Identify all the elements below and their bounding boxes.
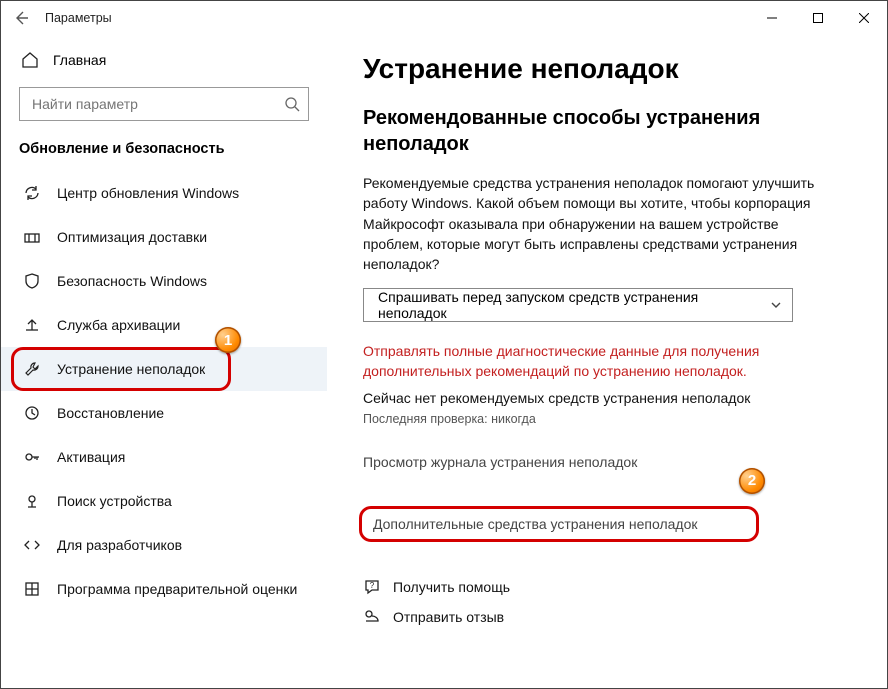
sidebar-item-delivery-optimization[interactable]: Оптимизация доставки [1, 215, 327, 259]
status-text: Сейчас нет рекомендуемых средств устране… [363, 390, 867, 406]
sidebar-item-label: Центр обновления Windows [57, 185, 239, 201]
developers-icon [23, 536, 41, 554]
sidebar-item-for-developers[interactable]: Для разработчиков [1, 523, 327, 567]
home-label: Главная [53, 52, 106, 68]
content-panel: Устранение неполадок Рекомендованные спо… [327, 35, 887, 686]
send-feedback-link[interactable]: Отправить отзыв [363, 608, 867, 626]
insider-icon [23, 580, 41, 598]
sidebar-item-windows-security[interactable]: Безопасность Windows [1, 259, 327, 303]
window-title: Параметры [45, 11, 112, 25]
page-title: Устранение неполадок [363, 53, 867, 85]
search-icon [284, 96, 300, 112]
sidebar-item-label: Активация [57, 449, 125, 465]
sidebar-item-activation[interactable]: Активация [1, 435, 327, 479]
maximize-button[interactable] [795, 2, 841, 34]
section-heading: Рекомендованные способы устранения непол… [363, 105, 867, 157]
shield-icon [23, 272, 41, 290]
back-arrow-icon [13, 10, 29, 26]
backup-icon [23, 316, 41, 334]
svg-text:?: ? [370, 581, 375, 590]
annotation-badge-2: 2 [739, 468, 765, 494]
dropdown-value: Спрашивать перед запуском средств устран… [378, 289, 770, 321]
sidebar-item-label: Безопасность Windows [57, 273, 207, 289]
titlebar: Параметры [1, 1, 887, 35]
minimize-icon [767, 13, 777, 23]
search-box[interactable] [19, 87, 309, 121]
help-label: Получить помощь [393, 579, 510, 595]
link-label: Дополнительные средства устранения непол… [373, 516, 698, 532]
last-check-text: Последняя проверка: никогда [363, 412, 867, 426]
maximize-icon [813, 13, 823, 23]
sidebar-item-find-my-device[interactable]: Поиск устройства [1, 479, 327, 523]
settings-window: Параметры Главная Обновление и безопасн [0, 0, 888, 689]
assist-level-dropdown[interactable]: Спрашивать перед запуском средств устран… [363, 288, 793, 322]
home-link[interactable]: Главная [1, 41, 327, 79]
feedback-label: Отправить отзыв [393, 609, 504, 625]
search-input[interactable] [30, 95, 284, 113]
sidebar-item-windows-update[interactable]: Центр обновления Windows [1, 171, 327, 215]
sidebar-item-recovery[interactable]: Восстановление [1, 391, 327, 435]
sidebar-item-label: Поиск устройства [57, 493, 172, 509]
recovery-icon [23, 404, 41, 422]
window-controls [749, 2, 887, 34]
help-icon: ? [363, 578, 381, 596]
sidebar-item-label: Служба архивации [57, 317, 180, 333]
sidebar: Главная Обновление и безопасность Центр … [1, 35, 327, 686]
sidebar-item-label: Устранение неполадок [57, 361, 205, 377]
sidebar-item-insider-program[interactable]: Программа предварительной оценки [1, 567, 327, 611]
minimize-button[interactable] [749, 2, 795, 34]
find-device-icon [23, 492, 41, 510]
back-button[interactable] [7, 4, 35, 32]
sidebar-item-label: Для разработчиков [57, 537, 182, 553]
get-help-link[interactable]: ? Получить помощь [363, 578, 867, 596]
chevron-down-icon [770, 299, 782, 311]
sync-icon [23, 184, 41, 202]
diagnostic-data-link[interactable]: Отправлять полные диагностические данные… [363, 342, 823, 381]
sidebar-item-troubleshoot[interactable]: Устранение неполадок 1 [1, 347, 327, 391]
sidebar-item-label: Программа предварительной оценки [57, 581, 297, 597]
activation-icon [23, 448, 41, 466]
section-description: Рекомендуемые средства устранения непола… [363, 173, 823, 274]
feedback-icon [363, 608, 381, 626]
delivery-icon [23, 228, 41, 246]
additional-troubleshooters-link[interactable]: Дополнительные средства устранения непол… [363, 508, 755, 540]
sidebar-item-label: Восстановление [57, 405, 164, 421]
search-wrap [1, 79, 327, 131]
close-icon [859, 13, 869, 23]
sidebar-item-label: Оптимизация доставки [57, 229, 207, 245]
close-button[interactable] [841, 2, 887, 34]
sidebar-item-backup[interactable]: Служба архивации [1, 303, 327, 347]
wrench-icon [23, 360, 41, 378]
home-icon [21, 51, 39, 69]
history-link[interactable]: Просмотр журнала устранения неполадок [363, 454, 867, 470]
sidebar-section-label: Обновление и безопасность [1, 131, 327, 171]
